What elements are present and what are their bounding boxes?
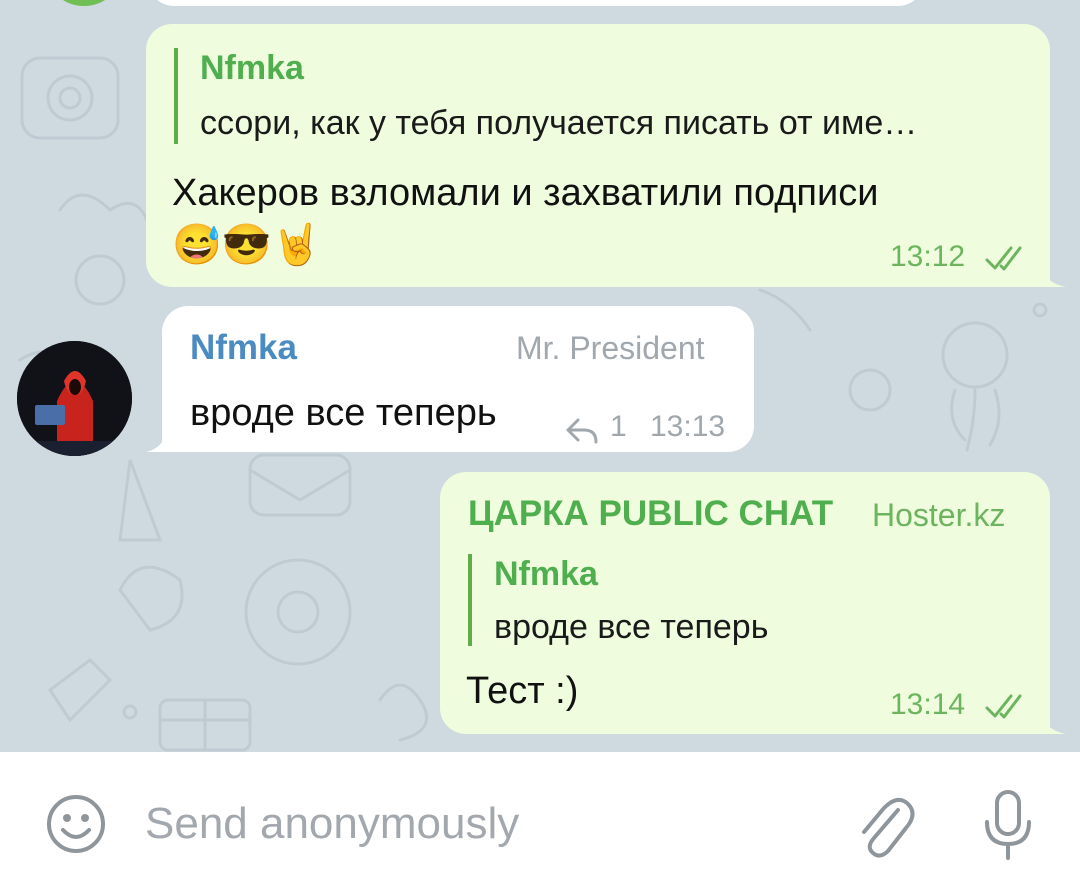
message-bubble-incoming[interactable]: Nfmka Mr. President вроде все теперь 1 1… [162,306,754,452]
bubble-tail [146,428,168,452]
reply-arrow-icon[interactable] [564,416,600,444]
reply-quote[interactable]: Nfmka ссори, как у тебя получается писат… [174,48,917,144]
message-text: Хакеров взломали и захватили подписи [172,172,879,214]
message-time: 13:13 [650,410,726,443]
double-check-icon [985,246,1022,271]
message-text: Тест :) [466,670,579,712]
message-bubble-outgoing[interactable]: Nfmka ссори, как у тебя получается писат… [146,24,1050,287]
reply-author: Nfmka [494,555,598,593]
bubble-tail [1040,263,1066,287]
sender-name[interactable]: Nfmka [190,328,297,368]
partial-message-bubble[interactable] [148,0,924,6]
sender-name[interactable]: ЦАРКА PUBLIC CHAT [468,494,833,534]
emoji-icon[interactable] [44,792,108,856]
reply-snippet: ссори, как у тебя получается писать от и… [200,104,918,142]
admin-title: Hoster.kz [872,497,1006,533]
message-bubble-outgoing[interactable]: ЦАРКА PUBLIC CHAT Hoster.kz Nfmka вроде … [440,472,1050,734]
reply-author: Nfmka [200,49,304,87]
admin-title: Mr. President [516,330,705,366]
avatar[interactable] [17,341,132,456]
message-emoji: 😅😎🤘 [172,223,322,267]
double-check-icon [985,694,1022,719]
reply-snippet: вроде все теперь [494,608,769,646]
message-text: вроде все теперь [190,392,497,434]
bubble-tail [1040,710,1066,734]
reply-count[interactable]: 1 [610,410,627,444]
message-time: 13:12 [890,240,966,273]
microphone-icon[interactable] [980,786,1036,862]
message-input[interactable]: Send anonymously [145,796,519,852]
reply-quote[interactable]: Nfmka вроде все теперь [468,554,768,646]
message-time: 13:14 [890,688,966,721]
avatar-image [17,341,132,456]
attach-icon[interactable] [852,788,916,860]
